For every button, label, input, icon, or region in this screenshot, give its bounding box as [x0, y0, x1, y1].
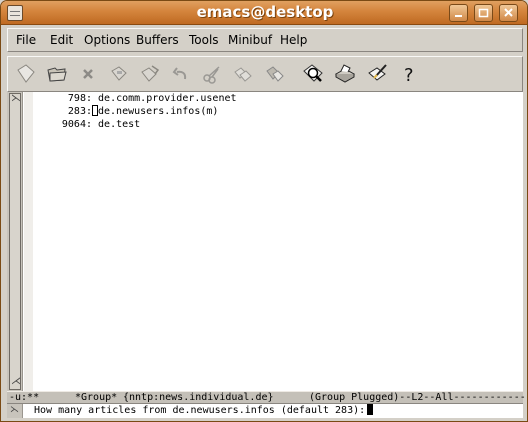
- minimize-button[interactable]: [449, 4, 468, 22]
- svg-text:?: ?: [404, 65, 414, 86]
- save-as-button[interactable]: [138, 62, 162, 86]
- menu-bar: File Edit Options Buffers Tools Minibuf …: [7, 28, 523, 52]
- group-row-current[interactable]: 283: de.newusers.infos(m): [34, 105, 218, 118]
- search-button[interactable]: [302, 62, 326, 86]
- scrollbar-thumb[interactable]: ⋋ ⋌: [9, 93, 21, 390]
- group-unread-count: 798:: [67, 93, 92, 104]
- copy-button[interactable]: [231, 62, 255, 86]
- emacs-window: emacs@desktop File Edit Options Buffers …: [0, 0, 528, 422]
- cut-button[interactable]: [200, 62, 224, 86]
- preferences-icon: [368, 64, 387, 81]
- modeline-buffer-name: *Group*: [75, 392, 118, 403]
- group-name: de.comm.provider.usenet: [98, 93, 237, 104]
- close-window-button[interactable]: [499, 4, 518, 22]
- mode-line[interactable]: -u:** *Group* {nntp:news.individual.de} …: [7, 391, 527, 417]
- save-disk-icon: [111, 66, 127, 81]
- minibuffer-prompt[interactable]: How many articles from de.newusers.infos…: [34, 404, 374, 418]
- print-button[interactable]: [333, 62, 357, 86]
- group-unread-count: 283:: [67, 106, 92, 117]
- help-button[interactable]: ?: [397, 62, 421, 86]
- maximize-button[interactable]: [474, 4, 493, 22]
- menu-options[interactable]: Options: [84, 33, 130, 47]
- menu-help[interactable]: Help: [280, 33, 307, 47]
- modeline-mode: (Group Plugged)--L2--All-------------: [309, 392, 528, 403]
- maximize-icon: [478, 8, 489, 18]
- copy-icon: [234, 67, 252, 82]
- menu-edit[interactable]: Edit: [50, 33, 73, 47]
- minimize-icon: [455, 15, 462, 17]
- tool-bar: ?: [7, 56, 523, 92]
- undo-icon: [172, 67, 187, 80]
- scroll-grip-top-icon: ⋋: [11, 93, 21, 104]
- print-icon: [334, 64, 356, 83]
- cut-scissors-icon: [203, 66, 220, 84]
- scroll-grip-bottom-icon: ⋌: [11, 376, 21, 387]
- group-unread-count: 9064:: [61, 119, 92, 130]
- modeline-status: -u:**: [9, 392, 40, 403]
- new-file-button[interactable]: [14, 62, 38, 86]
- prompt-text: How many articles from de.newusers.infos…: [34, 405, 366, 416]
- open-folder-icon: [47, 67, 67, 82]
- close-x-icon: [83, 69, 93, 79]
- undo-button[interactable]: [169, 62, 193, 86]
- minibuffer[interactable]: ⋋ How many articles from de.newusers.inf…: [7, 404, 523, 418]
- group-row[interactable]: 798: de.comm.provider.usenet: [34, 92, 237, 105]
- menu-file[interactable]: File: [16, 33, 36, 47]
- menu-buffers[interactable]: Buffers: [136, 33, 179, 47]
- menu-minibuf[interactable]: Minibuf: [228, 33, 272, 47]
- help-question-icon: ?: [404, 65, 414, 86]
- new-file-icon: [17, 64, 35, 83]
- save-as-icon: [141, 65, 160, 82]
- menu-tools[interactable]: Tools: [189, 33, 219, 47]
- block-cursor: [367, 404, 374, 415]
- group-name: de.newusers.infos(m): [98, 106, 219, 117]
- group-buffer[interactable]: ⋋ ⋌ 798: de.comm.provider.usenet 283: de.…: [7, 92, 523, 391]
- modeline-server: {nntp:news.individual.de}: [123, 392, 274, 403]
- close-icon: [504, 8, 513, 17]
- left-fringe: [24, 92, 33, 391]
- open-folder-button[interactable]: [45, 62, 69, 86]
- title-bar[interactable]: emacs@desktop: [1, 1, 527, 25]
- search-magnifier-icon: [303, 64, 323, 82]
- group-list: 798: de.comm.provider.usenet 283: de.newu…: [34, 92, 523, 391]
- paste-button[interactable]: [262, 62, 286, 86]
- vertical-scrollbar[interactable]: ⋋ ⋌: [7, 92, 23, 391]
- group-name: de.test: [98, 119, 141, 130]
- minibuffer-scroll-icon: ⋋: [7, 404, 23, 418]
- paste-icon: [266, 66, 284, 82]
- preferences-button[interactable]: [366, 62, 390, 86]
- close-buffer-button[interactable]: [76, 62, 100, 86]
- group-row[interactable]: 9064: de.test: [34, 118, 140, 131]
- save-button[interactable]: [107, 62, 131, 86]
